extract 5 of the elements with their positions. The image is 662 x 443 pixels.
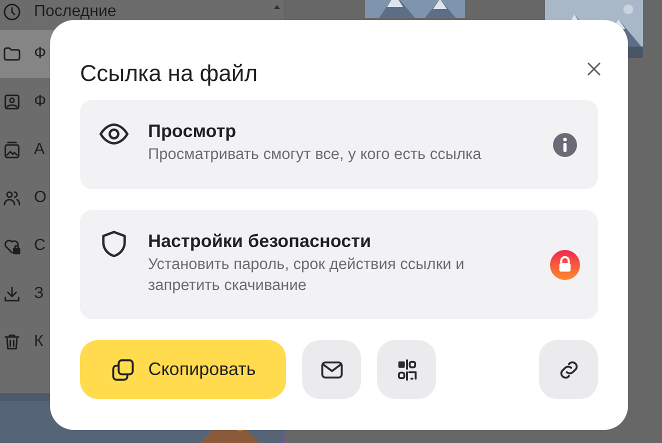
dialog-title: Ссылка на файл (80, 58, 258, 86)
option-description: Установить пароль, срок действия ссылки и запретить скачивание (148, 255, 466, 296)
option-title: Настройки безопасности (148, 230, 372, 252)
option-description: Просматривать смогут все, у кого есть ссылка (148, 145, 482, 165)
option-title: Просмотр (148, 120, 238, 142)
